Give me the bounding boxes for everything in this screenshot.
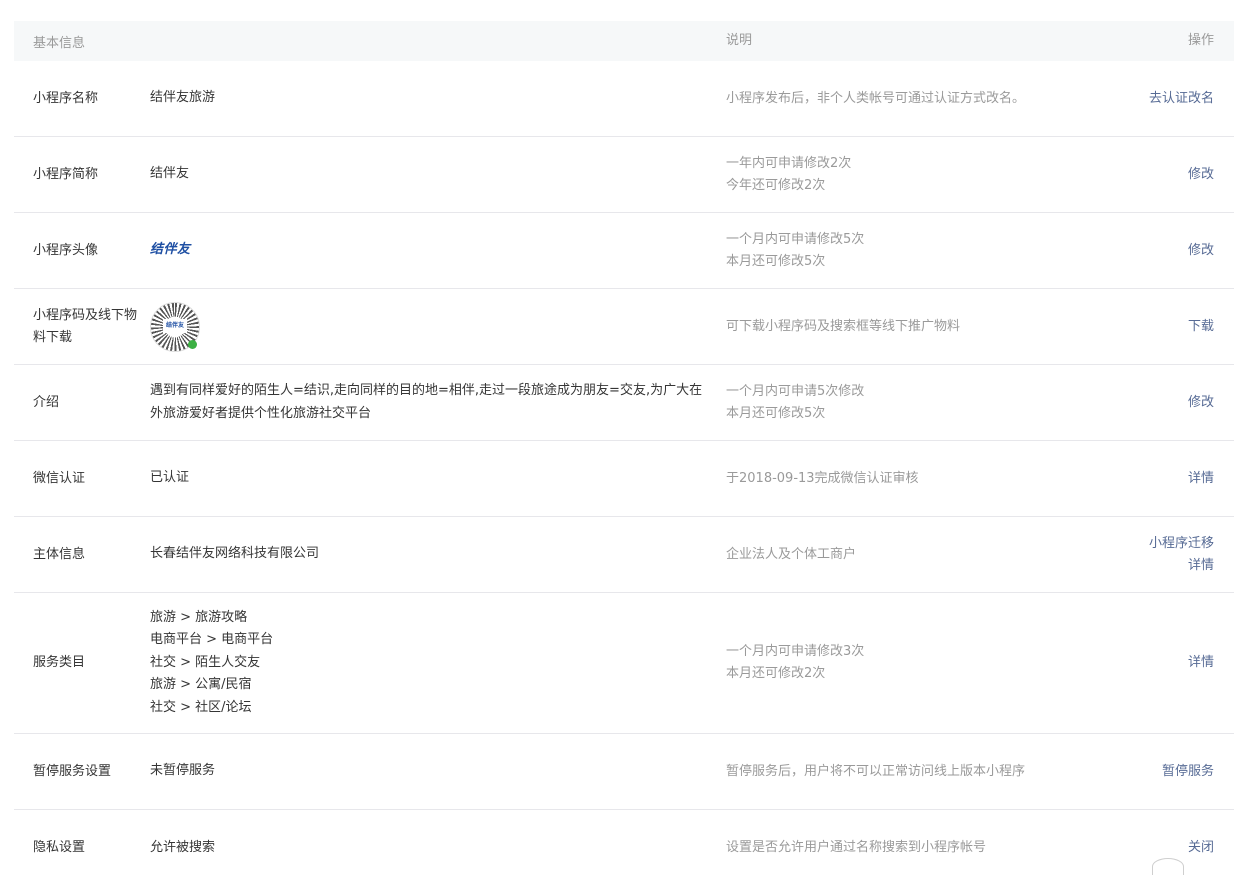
desc-line: 一个月内可申请修改3次 (726, 644, 865, 659)
row-value: 结伴友 (150, 166, 190, 182)
row-description: 企业法人及个体工商户 (726, 544, 1074, 566)
desc-line: 本月还可修改5次 (726, 253, 826, 269)
desc-line: 企业法人及个体工商户 (726, 546, 857, 562)
table-row-subject: 主体信息 长春结伴友网络科技有限公司 企业法人及个体工商户 小程序迁移 详情 (14, 517, 1234, 593)
category-item: 旅游 > 旅游攻略 (150, 609, 248, 625)
category-item: 电商平台 > 电商平台 (150, 632, 274, 648)
verify-rename-link[interactable]: 去认证改名 (1074, 88, 1214, 110)
row-description: 一个月内可申请5次修改 本月还可修改5次 (726, 381, 1074, 425)
row-description: 设置是否允许用户通过名称搜索到小程序帐号 (726, 837, 1074, 859)
desc-line: 小程序发布后，非个人类帐号可通过认证方式改名。 (726, 90, 1026, 106)
row-label: 服务类目 (33, 655, 86, 670)
table-row-name: 小程序名称 结伴友旅游 小程序发布后，非个人类帐号可通过认证方式改名。 去认证改… (14, 61, 1234, 137)
desc-line: 一个月内可申请修改5次 (726, 231, 865, 247)
desc-line: 一年内可申请修改2次 (726, 155, 852, 171)
details-link[interactable]: 详情 (1074, 555, 1214, 577)
row-description: 暂停服务后，用户将不可以正常访问线上版本小程序 (726, 761, 1074, 783)
table-row-privacy: 隐私设置 允许被搜索 设置是否允许用户通过名称搜索到小程序帐号 关闭 (14, 810, 1234, 886)
avatar-logo: 结伴友 (150, 241, 191, 257)
row-value: 结伴友旅游 (150, 90, 216, 106)
table-row-qrcode: 小程序码及线下物料下载 结伴友 可下载小程序码及搜索框等线下推广物料 下载 (14, 289, 1234, 365)
row-operations: 关闭 (1074, 837, 1234, 859)
category-item: 旅游 > 公寓/民宿 (150, 677, 252, 693)
row-label: 小程序简称 (33, 166, 99, 182)
row-value: 允许被搜索 (150, 839, 216, 855)
table-row-short-name: 小程序简称 结伴友 一年内可申请修改2次 今年还可修改2次 修改 (14, 137, 1234, 213)
row-value: 长春结伴友网络科技有限公司 (150, 546, 320, 562)
row-value: 遇到有同样爱好的陌生人=结识,走向同样的目的地=相伴,走过一段旅途成为朋友=交友… (150, 383, 703, 421)
row-label: 小程序头像 (33, 242, 99, 258)
pause-service-link[interactable]: 暂停服务 (1074, 761, 1214, 783)
category-item: 社交 > 社区/论坛 (150, 699, 252, 715)
row-label: 介绍 (33, 394, 60, 410)
row-operations: 修改 (1074, 392, 1234, 414)
qr-center-logo: 结伴友 (163, 318, 187, 333)
header-operation: 操作 (1187, 33, 1214, 48)
qr-badge-icon (188, 339, 197, 349)
desc-line: 本月还可修改5次 (726, 405, 826, 421)
migrate-link[interactable]: 小程序迁移 (1074, 533, 1214, 555)
desc-line: 可下载小程序码及搜索框等线下推广物料 (726, 318, 961, 334)
modify-link[interactable]: 修改 (1074, 392, 1214, 414)
row-operations: 小程序迁移 详情 (1074, 533, 1234, 577)
details-link[interactable]: 详情 (1074, 652, 1214, 674)
row-operations: 修改 (1074, 240, 1234, 262)
desc-line: 一个月内可申请5次修改 (726, 383, 865, 399)
row-label: 暂停服务设置 (33, 763, 112, 779)
table-header: 基本信息 说明 操作 (14, 21, 1234, 61)
modify-link[interactable]: 修改 (1074, 164, 1214, 186)
header-description: 说明 (726, 33, 753, 48)
row-operations: 去认证改名 (1074, 88, 1234, 110)
download-link[interactable]: 下载 (1074, 316, 1214, 338)
header-basic-info: 基本信息 (33, 35, 86, 51)
table-row-categories: 服务类目 旅游 > 旅游攻略 电商平台 > 电商平台 社交 > 陌生人交友 旅游… (14, 593, 1234, 734)
row-operations: 下载 (1074, 316, 1234, 338)
desc-line: 设置是否允许用户通过名称搜索到小程序帐号 (726, 840, 987, 855)
row-description: 可下载小程序码及搜索框等线下推广物料 (726, 316, 1074, 338)
desc-line: 暂停服务后，用户将不可以正常访问线上版本小程序 (726, 763, 1026, 779)
table-row-avatar: 小程序头像 结伴友 一个月内可申请修改5次 本月还可修改5次 修改 (14, 213, 1234, 289)
table-row-pause-service: 暂停服务设置 未暂停服务 暂停服务后，用户将不可以正常访问线上版本小程序 暂停服… (14, 734, 1234, 810)
row-description: 一个月内可申请修改3次 本月还可修改2次 (726, 641, 1074, 685)
category-list: 旅游 > 旅游攻略 电商平台 > 电商平台 社交 > 陌生人交友 旅游 > 公寓… (150, 607, 726, 720)
row-description: 一年内可申请修改2次 今年还可修改2次 (726, 153, 1074, 197)
category-item: 社交 > 陌生人交友 (150, 654, 261, 670)
modify-link[interactable]: 修改 (1074, 240, 1214, 262)
row-label: 小程序名称 (33, 90, 99, 106)
desc-line: 于2018-09-13完成微信认证审核 (726, 470, 919, 486)
desc-line: 今年还可修改2次 (726, 177, 826, 193)
details-link[interactable]: 详情 (1074, 468, 1214, 490)
privacy-toggle-switch[interactable] (1152, 858, 1184, 875)
mini-program-code-icon: 结伴友 (150, 301, 200, 352)
settings-table: 基本信息 说明 操作 小程序名称 结伴友旅游 小程序发布后，非个人类帐号可通过认… (14, 21, 1234, 886)
row-value: 已认证 (150, 470, 190, 486)
row-label: 小程序码及线下物料下载 (33, 307, 138, 345)
table-row-verification: 微信认证 已认证 于2018-09-13完成微信认证审核 详情 (14, 441, 1234, 517)
row-description: 于2018-09-13完成微信认证审核 (726, 468, 1074, 490)
row-value: 结伴友 (150, 301, 726, 352)
row-operations: 详情 (1074, 652, 1234, 674)
desc-line: 本月还可修改2次 (726, 666, 826, 681)
row-value: 未暂停服务 (150, 763, 216, 779)
table-row-intro: 介绍 遇到有同样爱好的陌生人=结识,走向同样的目的地=相伴,走过一段旅途成为朋友… (14, 365, 1234, 441)
row-value: 结伴友 (150, 239, 726, 262)
close-link[interactable]: 关闭 (1074, 837, 1214, 859)
row-label: 主体信息 (33, 546, 86, 562)
row-label: 微信认证 (33, 470, 86, 486)
row-description: 小程序发布后，非个人类帐号可通过认证方式改名。 (726, 88, 1074, 110)
row-operations: 暂停服务 (1074, 761, 1234, 783)
row-operations: 修改 (1074, 164, 1234, 186)
row-description: 一个月内可申请修改5次 本月还可修改5次 (726, 229, 1074, 273)
row-label: 隐私设置 (33, 840, 86, 855)
row-operations: 详情 (1074, 468, 1234, 490)
